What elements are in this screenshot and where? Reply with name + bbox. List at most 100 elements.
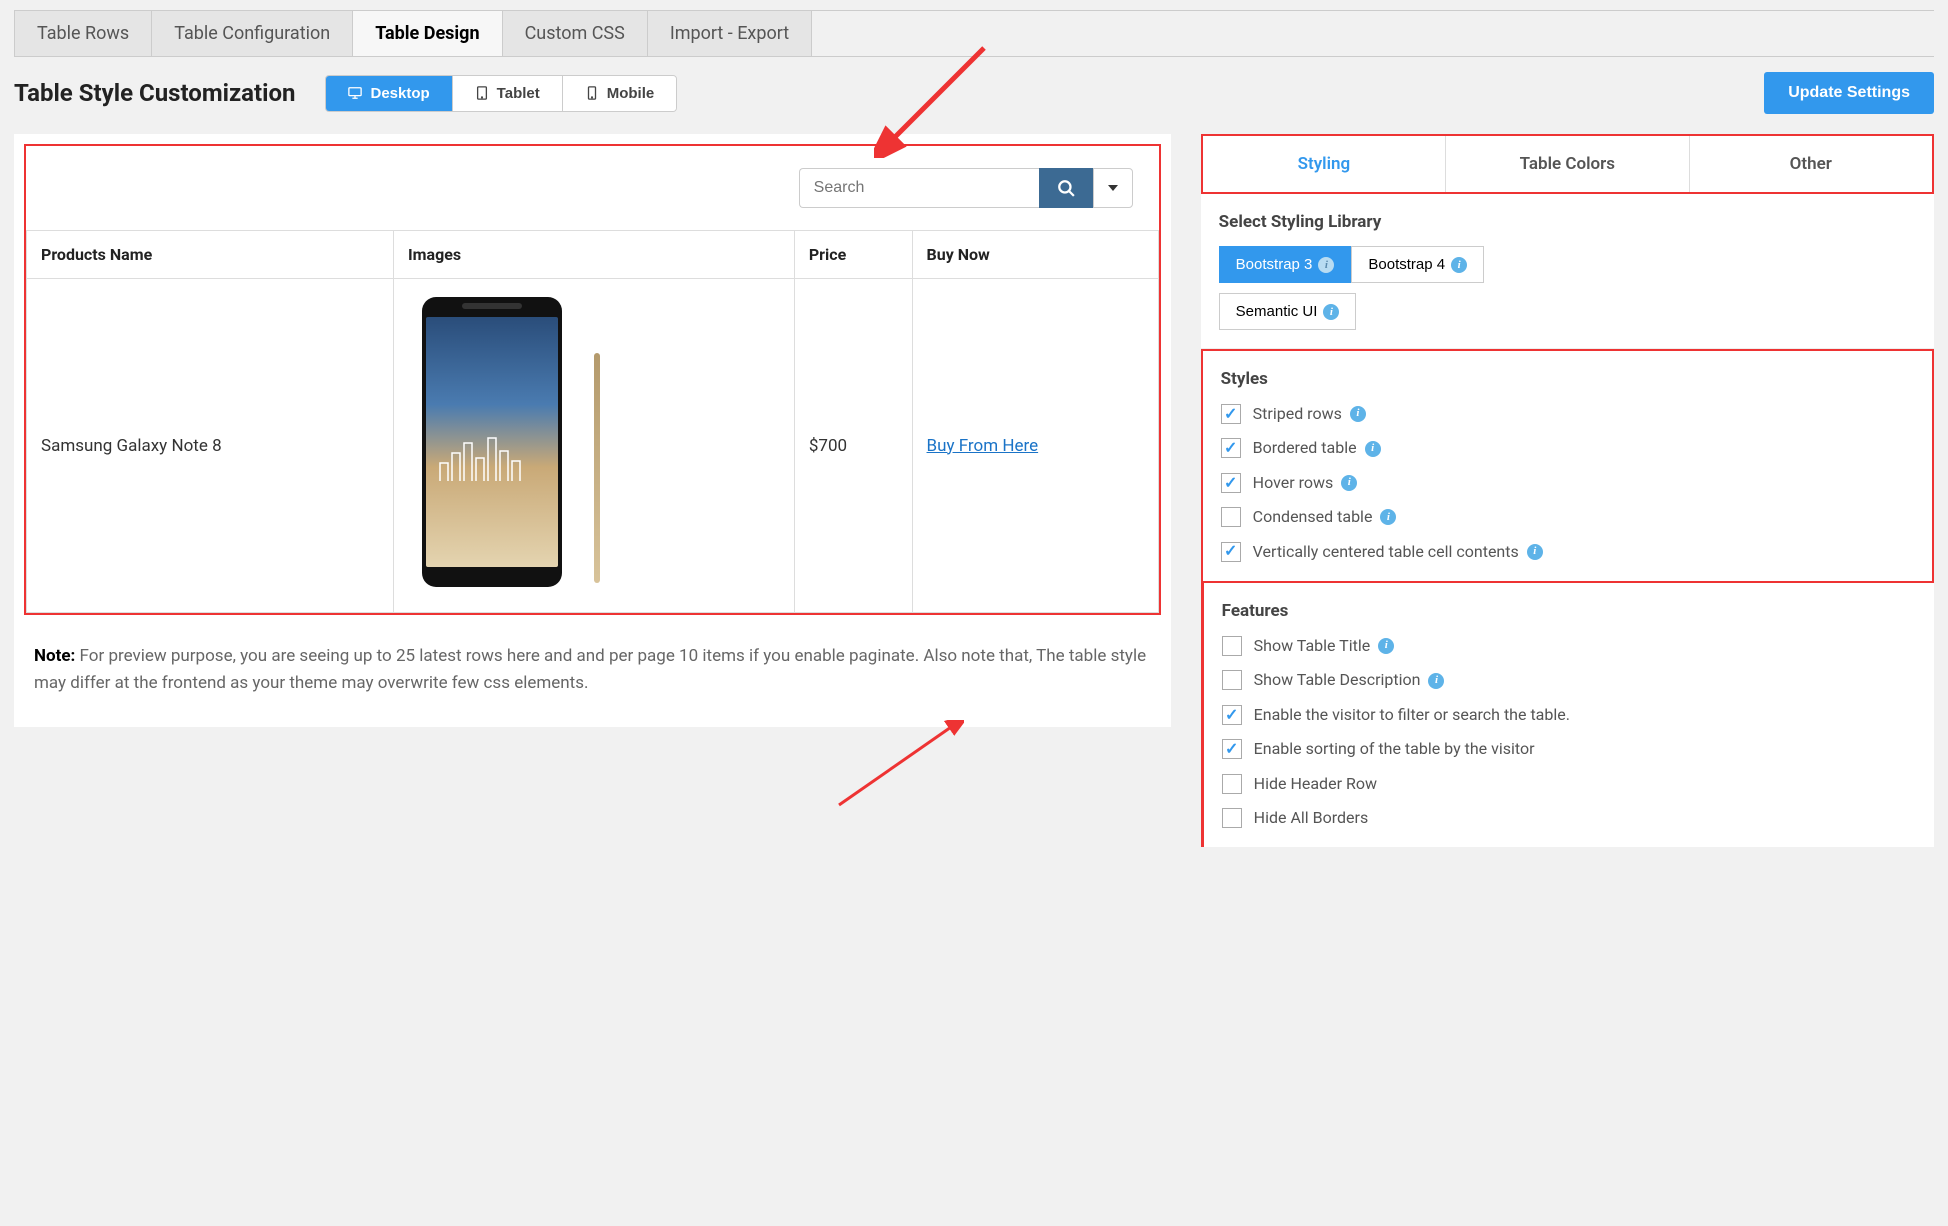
col-buy-now[interactable]: Buy Now bbox=[912, 231, 1158, 279]
tab-custom-css[interactable]: Custom CSS bbox=[502, 11, 648, 56]
lib-bootstrap3-label: Bootstrap 3 bbox=[1236, 256, 1313, 273]
device-mobile-button[interactable]: Mobile bbox=[563, 76, 677, 111]
style-label: Striped rows bbox=[1253, 403, 1342, 425]
lib-semanticui-button[interactable]: Semantic UI i bbox=[1219, 293, 1357, 330]
feature-label: Hide Header Row bbox=[1254, 773, 1377, 795]
feature-label: Show Table Title bbox=[1254, 635, 1371, 657]
checkbox-striped-rows[interactable] bbox=[1221, 404, 1241, 424]
search-bar bbox=[26, 146, 1159, 230]
side-tab-other[interactable]: Other bbox=[1690, 136, 1932, 192]
device-desktop-button[interactable]: Desktop bbox=[326, 76, 452, 111]
checkbox-show-description[interactable] bbox=[1222, 670, 1242, 690]
note-body: For preview purpose, you are seeing up t… bbox=[34, 646, 1146, 693]
preview-note: Note: For preview purpose, you are seein… bbox=[24, 615, 1161, 707]
page-title: Table Style Customization bbox=[14, 79, 295, 107]
info-icon[interactable]: i bbox=[1451, 257, 1467, 273]
info-icon[interactable]: i bbox=[1318, 257, 1334, 273]
caret-down-icon bbox=[1108, 185, 1118, 191]
col-price[interactable]: Price bbox=[794, 231, 912, 279]
info-icon[interactable]: i bbox=[1428, 673, 1444, 689]
cell-buy: Buy From Here bbox=[912, 279, 1158, 613]
info-icon[interactable]: i bbox=[1527, 544, 1543, 560]
side-tab-styling[interactable]: Styling bbox=[1203, 136, 1446, 192]
note-label: Note: bbox=[34, 646, 75, 666]
styles-title: Styles bbox=[1221, 369, 1914, 389]
col-images[interactable]: Images bbox=[393, 231, 794, 279]
style-hover-rows: Hover rows i bbox=[1221, 472, 1914, 494]
mobile-icon bbox=[585, 86, 599, 100]
table-header-row: Products Name Images Price Buy Now bbox=[27, 231, 1159, 279]
feature-label: Enable the visitor to filter or search t… bbox=[1254, 704, 1570, 726]
col-products-name[interactable]: Products Name bbox=[27, 231, 394, 279]
style-label: Condensed table bbox=[1253, 506, 1373, 528]
update-settings-button[interactable]: Update Settings bbox=[1764, 72, 1934, 114]
cell-price: $700 bbox=[794, 279, 912, 613]
info-icon[interactable]: i bbox=[1365, 441, 1381, 457]
table-row: Samsung Galaxy Note 8 bbox=[27, 279, 1159, 613]
search-button[interactable] bbox=[1039, 168, 1093, 208]
tablet-icon bbox=[475, 86, 489, 100]
info-icon[interactable]: i bbox=[1323, 304, 1339, 320]
product-image bbox=[408, 293, 608, 593]
features-section: Features Show Table Title i Show Table D… bbox=[1201, 583, 1934, 847]
info-icon[interactable]: i bbox=[1380, 509, 1396, 525]
style-label: Vertically centered table cell contents bbox=[1253, 541, 1519, 563]
product-table: Products Name Images Price Buy Now Samsu… bbox=[26, 230, 1159, 613]
tab-table-rows[interactable]: Table Rows bbox=[14, 11, 152, 56]
lib-bootstrap4-label: Bootstrap 4 bbox=[1368, 256, 1445, 273]
style-bordered-table: Bordered table i bbox=[1221, 437, 1914, 459]
search-icon bbox=[1057, 179, 1075, 197]
info-icon[interactable]: i bbox=[1350, 406, 1366, 422]
main-layout: Products Name Images Price Buy Now Samsu… bbox=[14, 134, 1934, 847]
settings-panel: Styling Table Colors Other Select Stylin… bbox=[1201, 134, 1934, 847]
lib-bootstrap3-button[interactable]: Bootstrap 3 i bbox=[1219, 246, 1352, 283]
top-tabs: Table Rows Table Configuration Table Des… bbox=[14, 10, 1934, 57]
feature-enable-sorting: Enable sorting of the table by the visit… bbox=[1222, 738, 1916, 760]
style-condensed-table: Condensed table i bbox=[1221, 506, 1914, 528]
device-toggle: Desktop Tablet Mobile bbox=[325, 75, 677, 112]
feature-show-title: Show Table Title i bbox=[1222, 635, 1916, 657]
preview-box: Products Name Images Price Buy Now Samsu… bbox=[24, 144, 1161, 615]
toolbar: Table Style Customization Desktop Tablet… bbox=[14, 57, 1934, 134]
info-icon[interactable]: i bbox=[1341, 475, 1357, 491]
checkbox-condensed-table[interactable] bbox=[1221, 507, 1241, 527]
feature-hide-header: Hide Header Row bbox=[1222, 773, 1916, 795]
checkbox-show-title[interactable] bbox=[1222, 636, 1242, 656]
feature-show-description: Show Table Description i bbox=[1222, 669, 1916, 691]
tab-table-configuration[interactable]: Table Configuration bbox=[151, 11, 353, 56]
style-striped-rows: Striped rows i bbox=[1221, 403, 1914, 425]
style-vertically-centered: Vertically centered table cell contents … bbox=[1221, 541, 1914, 563]
device-mobile-label: Mobile bbox=[607, 85, 655, 102]
checkbox-hide-header[interactable] bbox=[1222, 774, 1242, 794]
style-label: Bordered table bbox=[1253, 437, 1357, 459]
feature-label: Show Table Description bbox=[1254, 669, 1421, 691]
feature-label: Hide All Borders bbox=[1254, 807, 1369, 829]
feature-label: Enable sorting of the table by the visit… bbox=[1254, 738, 1535, 760]
side-tabs: Styling Table Colors Other bbox=[1201, 134, 1934, 194]
checkbox-enable-filter[interactable] bbox=[1222, 705, 1242, 725]
cell-image bbox=[393, 279, 794, 613]
styles-section: Styles Striped rows i Bordered table i H… bbox=[1201, 349, 1934, 583]
feature-hide-borders: Hide All Borders bbox=[1222, 807, 1916, 829]
tab-table-design[interactable]: Table Design bbox=[352, 11, 502, 56]
buy-link[interactable]: Buy From Here bbox=[927, 436, 1039, 456]
checkbox-bordered-table[interactable] bbox=[1221, 438, 1241, 458]
checkbox-enable-sorting[interactable] bbox=[1222, 739, 1242, 759]
tab-import-export[interactable]: Import - Export bbox=[647, 11, 812, 56]
search-dropdown-toggle[interactable] bbox=[1093, 168, 1133, 208]
device-tablet-button[interactable]: Tablet bbox=[453, 76, 563, 111]
device-desktop-label: Desktop bbox=[370, 85, 429, 102]
styling-library-title: Select Styling Library bbox=[1219, 212, 1916, 232]
lib-bootstrap4-button[interactable]: Bootstrap 4 i bbox=[1351, 246, 1484, 283]
search-input[interactable] bbox=[799, 168, 1039, 208]
info-icon[interactable]: i bbox=[1378, 638, 1394, 654]
checkbox-hide-borders[interactable] bbox=[1222, 808, 1242, 828]
features-title: Features bbox=[1222, 601, 1916, 621]
preview-panel: Products Name Images Price Buy Now Samsu… bbox=[14, 134, 1171, 727]
desktop-icon bbox=[348, 86, 362, 100]
cell-product-name: Samsung Galaxy Note 8 bbox=[27, 279, 394, 613]
checkbox-vertically-centered[interactable] bbox=[1221, 542, 1241, 562]
checkbox-hover-rows[interactable] bbox=[1221, 473, 1241, 493]
feature-enable-filter: Enable the visitor to filter or search t… bbox=[1222, 704, 1916, 726]
side-tab-table-colors[interactable]: Table Colors bbox=[1446, 136, 1689, 192]
